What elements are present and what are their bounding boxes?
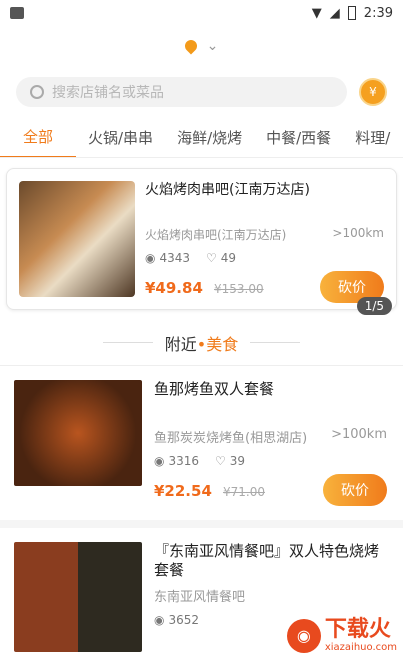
eye-icon: ◉: [154, 613, 165, 627]
featured-likes: 49: [220, 251, 237, 265]
tab-hotpot[interactable]: 火锅/串串: [76, 118, 165, 157]
item-title: 『东南亚风情餐吧』双人特色烧烤套餐: [154, 542, 380, 579]
location-pin-icon: [182, 37, 200, 55]
section-header: 附近•美食: [0, 320, 403, 366]
featured-image: [19, 181, 135, 297]
site-watermark: ◉ 下载火 xiazaihuo.com: [286, 617, 397, 653]
category-tabs: 全部 火锅/串串 海鲜/烧烤 中餐/西餐 料理/: [0, 118, 403, 158]
coin-icon[interactable]: ¥: [359, 78, 387, 106]
item-old-price: ¥71.00: [222, 484, 265, 499]
featured-old-price: ¥153.00: [213, 281, 264, 296]
tab-seafood[interactable]: 海鲜/烧烤: [165, 118, 254, 157]
battery-icon: [347, 6, 356, 20]
item-views: 3316: [168, 454, 200, 468]
tab-all[interactable]: 全部: [0, 118, 76, 157]
item-image: [14, 542, 142, 652]
tab-cuisine[interactable]: 中餐/西餐: [254, 118, 343, 157]
featured-views: 4343: [159, 251, 191, 265]
tab-cooking[interactable]: 料理/: [343, 118, 402, 157]
fire-logo-icon: ◉: [286, 618, 321, 653]
watermark-en: xiazaihuo.com: [324, 642, 397, 653]
bargain-button[interactable]: 砍价: [323, 474, 387, 506]
featured-distance: >100km: [332, 226, 384, 240]
like-icon: ♡: [215, 454, 226, 468]
section-highlight: 美食: [206, 334, 239, 354]
search-icon: [30, 85, 44, 99]
chevron-down-icon: ⌄: [206, 38, 219, 54]
gallery-icon: [10, 7, 24, 19]
item-price: ¥22.54: [154, 481, 212, 500]
search-placeholder: 搜索店铺名或菜品: [52, 85, 164, 101]
featured-price: ¥49.84: [145, 278, 203, 297]
like-icon: ♡: [206, 251, 217, 265]
section-prefix: 附近: [164, 334, 197, 354]
item-views: 3652: [168, 613, 200, 627]
item-distance: >100km: [331, 427, 387, 442]
watermark-cn: 下载火: [324, 617, 391, 642]
divider-right: [250, 342, 301, 343]
carousel-pager: 1/5: [356, 297, 392, 315]
eye-icon: ◉: [145, 251, 156, 265]
featured-card[interactable]: 火焰烤肉串吧(江南万达店) 火焰烤肉串吧(江南万达店) >100km ◉ 4343…: [6, 168, 397, 315]
section-dot: •: [196, 334, 207, 354]
item-shop: 鱼那炭炭烧烤鱼(相思湖店): [154, 431, 308, 446]
search-input[interactable]: 搜索店铺名或菜品: [16, 77, 347, 107]
item-title: 鱼那烤鱼双人套餐: [154, 380, 275, 398]
item-image: [14, 380, 142, 486]
list-item[interactable]: 鱼那烤鱼双人套餐 鱼那炭炭烧烤鱼(相思湖店) >100km ◉ 3316 ♡ 39 …: [0, 366, 403, 528]
status-time: 2:39: [363, 5, 393, 21]
location-selector[interactable]: ⌄: [0, 26, 403, 66]
item-likes: 39: [229, 454, 246, 468]
status-bar: ▼ ◢ 2:39: [0, 0, 403, 26]
signal-icon: ◢: [329, 5, 340, 21]
wifi-icon: ▼: [311, 5, 322, 21]
featured-shop: 火焰烤肉串吧(江南万达店): [145, 228, 287, 242]
divider-left: [102, 342, 153, 343]
eye-icon: ◉: [154, 454, 165, 468]
featured-title: 火焰烤肉串吧(江南万达店): [145, 182, 310, 198]
item-shop: 东南亚风情餐吧: [154, 590, 246, 605]
